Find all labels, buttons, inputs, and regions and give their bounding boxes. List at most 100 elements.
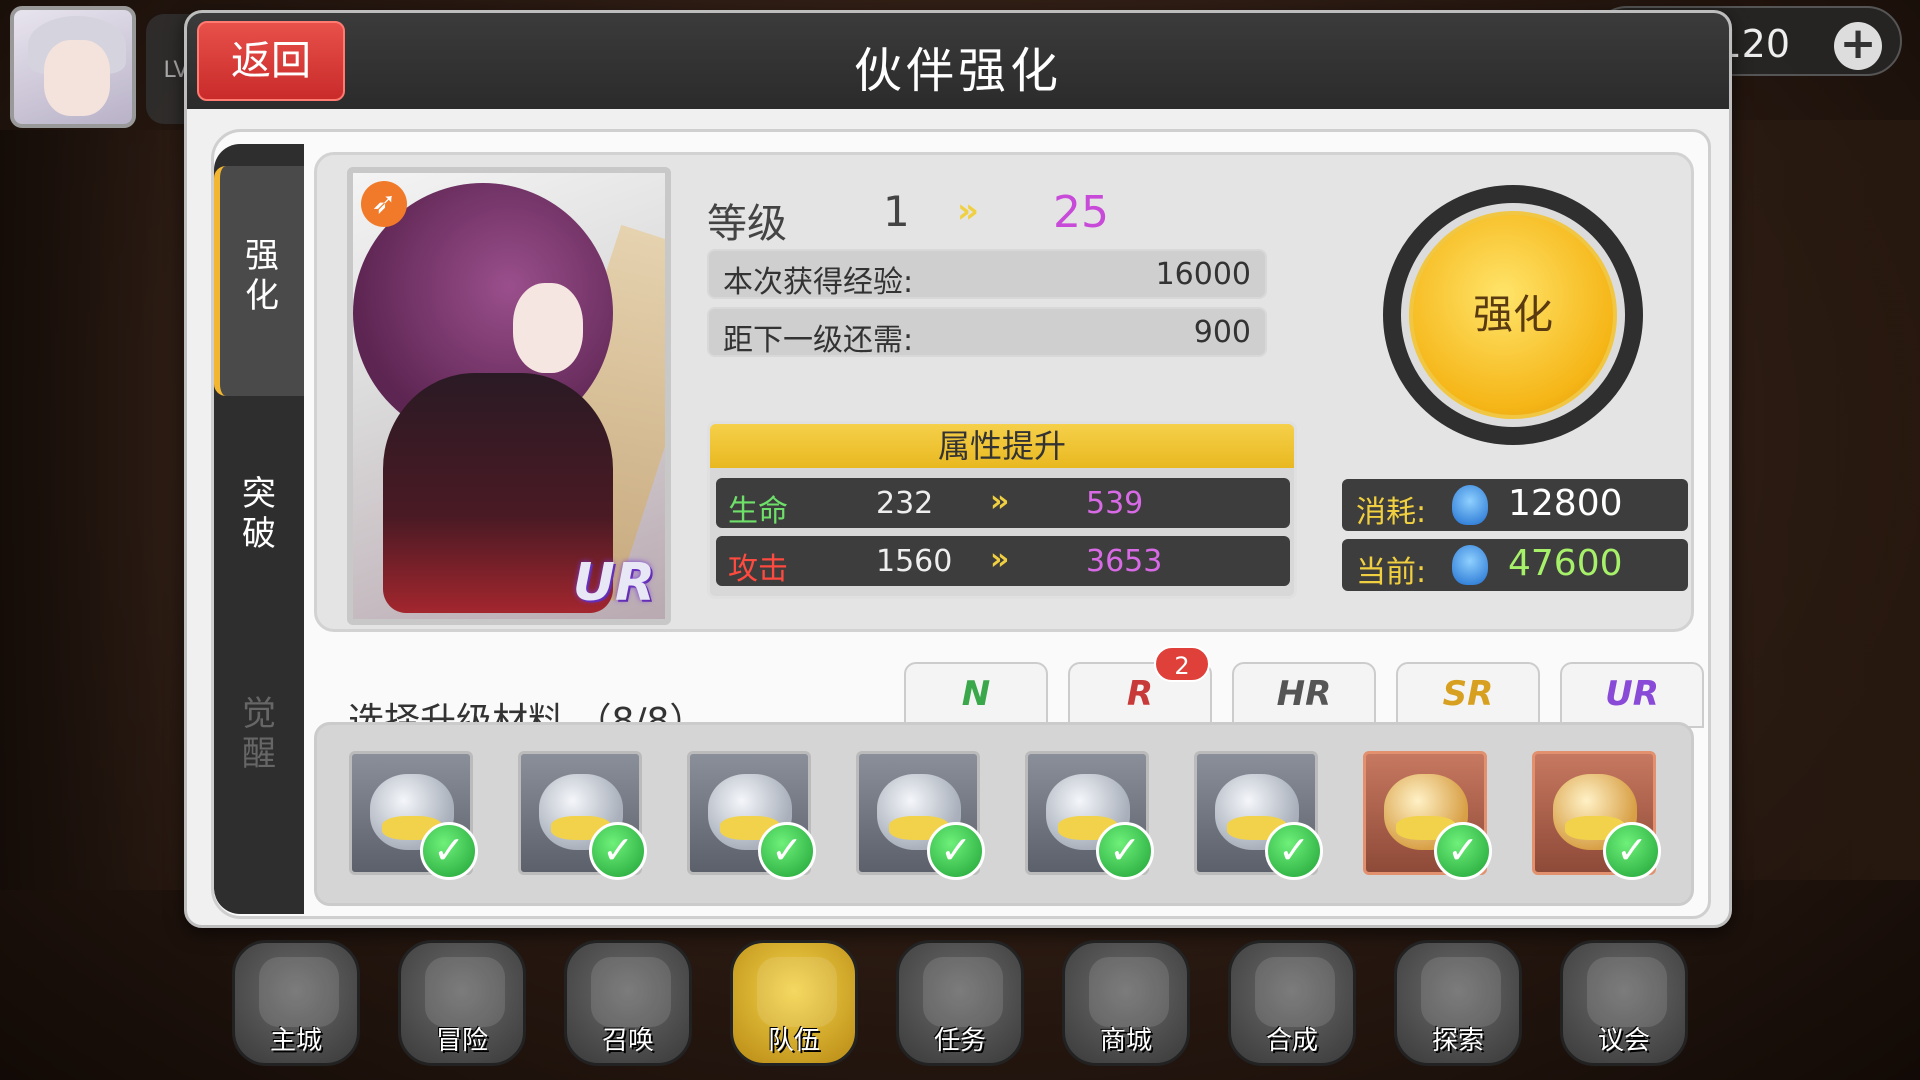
nav-quests[interactable]: 任务: [896, 940, 1024, 1066]
attribute-boost-header: 属性提升: [710, 424, 1294, 468]
attribute-boost-panel: 属性提升 生命 232 » 539 攻击 1560 » 3653: [707, 421, 1297, 599]
rarity-tab-n[interactable]: N: [904, 662, 1048, 728]
soul-gem-icon: [1452, 485, 1488, 525]
nav-council-label: 议会: [1597, 1026, 1650, 1056]
exp-needed-row: 距下一级还需: 900: [707, 307, 1267, 358]
nav-summon[interactable]: 召唤: [564, 940, 692, 1066]
dialog-body: 强 化 突 破 觉 醒 ➶ UR 等级 1 » 25 本次获得经验: 16000…: [211, 129, 1711, 919]
dialog-header: 返回 伙伴强化: [187, 13, 1729, 109]
upgrade-info-panel: ➶ UR 等级 1 » 25 本次获得经验: 16000 距下一级还需: 900…: [314, 152, 1694, 632]
materials-panel: ✓ ✓ ✓ ✓ ✓ ✓ ✓ ✓: [314, 722, 1694, 906]
shovel-icon: [1421, 957, 1501, 1027]
tab-breakthrough[interactable]: 突 破: [214, 444, 304, 584]
nav-shop-label: 商城: [1099, 1026, 1152, 1056]
attr-atk-to: 3653: [1086, 544, 1163, 579]
check-icon: ✓: [1265, 822, 1323, 880]
rarity-tab-hr[interactable]: HR: [1232, 662, 1376, 728]
crown-icon: [259, 957, 339, 1027]
check-icon: ✓: [420, 822, 478, 880]
partner-upgrade-dialog: 返回 伙伴强化 强 化 突 破 觉 醒 ➶ UR 等级 1 » 25 本次获得经…: [184, 10, 1732, 928]
material-slot[interactable]: ✓: [687, 751, 816, 880]
nav-council[interactable]: 议会: [1560, 940, 1688, 1066]
card-icon: [591, 957, 671, 1027]
attr-hp-label: 生命: [728, 494, 788, 529]
nav-synthesis-label: 合成: [1265, 1026, 1318, 1056]
check-icon: ✓: [1096, 822, 1154, 880]
book-icon: [923, 957, 1003, 1027]
exp-needed-value: 900: [1193, 315, 1251, 350]
dialog-title: 伙伴强化: [853, 43, 1062, 99]
material-slot[interactable]: ✓: [1194, 751, 1323, 880]
nav-team-label: 队伍: [767, 1026, 820, 1056]
attr-hp-arrow-icon: »: [990, 484, 1010, 519]
exp-gained-label: 本次获得经验:: [723, 265, 914, 300]
exp-needed-label: 距下一级还需:: [723, 323, 914, 358]
attr-atk-from: 1560: [876, 544, 953, 579]
rarity-tab-hr-label: HR: [1276, 674, 1332, 714]
shop-icon: [1089, 957, 1169, 1027]
tower-icon: [1255, 957, 1335, 1027]
nav-explore[interactable]: 探索: [1394, 940, 1522, 1066]
nav-shop[interactable]: 商城: [1062, 940, 1190, 1066]
upgrade-button[interactable]: 强化: [1409, 211, 1617, 419]
rarity-tab-sr-label: SR: [1442, 674, 1494, 714]
winged-shield-icon: [757, 957, 837, 1027]
current-value: 47600: [1508, 543, 1623, 584]
check-icon: ✓: [758, 822, 816, 880]
current-label: 当前:: [1356, 555, 1427, 590]
rarity-tab-r-badge: 2: [1154, 646, 1210, 682]
bow-icon: ➶: [361, 181, 407, 227]
material-slot[interactable]: ✓: [1025, 751, 1154, 880]
player-avatar[interactable]: [10, 6, 136, 128]
tab-awaken[interactable]: 觉 醒: [214, 664, 304, 804]
character-portrait[interactable]: ➶ UR: [347, 167, 671, 625]
crossed-weapons-icon: [425, 957, 505, 1027]
attr-hp-from: 232: [876, 486, 934, 521]
level-current: 1: [883, 187, 910, 236]
material-slot[interactable]: ✓: [349, 751, 478, 880]
nav-synthesis[interactable]: 合成: [1228, 940, 1356, 1066]
rarity-badge: UR: [572, 553, 655, 613]
cost-value: 12800: [1508, 483, 1623, 524]
level-arrow-icon: »: [957, 191, 979, 231]
tab-upgrade[interactable]: 强 化: [214, 166, 304, 396]
rarity-tab-r[interactable]: R 2: [1068, 646, 1212, 728]
council-crest-icon: [1587, 957, 1667, 1027]
nav-quests-label: 任务: [933, 1026, 986, 1056]
nav-main-city-label: 主城: [269, 1026, 322, 1056]
attr-row-hp: 生命 232 » 539: [716, 478, 1290, 529]
side-tab-bar: 强 化 突 破 觉 醒: [214, 144, 304, 914]
material-slot[interactable]: ✓: [856, 751, 985, 880]
rarity-tab-ur-label: UR: [1605, 674, 1659, 714]
check-icon: ✓: [1603, 822, 1661, 880]
tab-awaken-label: 觉 醒: [242, 694, 276, 774]
exp-gained-row: 本次获得经验: 16000: [707, 249, 1267, 300]
nav-team[interactable]: 队伍: [730, 940, 858, 1066]
level-label: 等级: [707, 201, 787, 247]
attr-hp-to: 539: [1086, 486, 1144, 521]
nav-explore-label: 探索: [1431, 1026, 1484, 1056]
nav-adventure[interactable]: 冒险: [398, 940, 526, 1066]
current-balance-row: 当前: 47600: [1342, 539, 1688, 591]
rarity-tab-ur[interactable]: UR: [1560, 662, 1704, 728]
tab-upgrade-label: 强 化: [245, 236, 279, 316]
check-icon: ✓: [927, 822, 985, 880]
material-slot[interactable]: ✓: [1363, 751, 1492, 880]
attr-atk-arrow-icon: »: [990, 542, 1010, 577]
attr-atk-label: 攻击: [728, 552, 788, 587]
exp-gained-value: 16000: [1155, 257, 1251, 292]
level-target: 25: [1053, 187, 1109, 238]
tab-breakthrough-label: 突 破: [242, 474, 276, 554]
check-icon: ✓: [1434, 822, 1492, 880]
material-slot[interactable]: ✓: [518, 751, 647, 880]
rarity-tab-n-label: N: [961, 674, 991, 714]
material-slot[interactable]: ✓: [1532, 751, 1661, 880]
background-left: [0, 130, 190, 890]
background-right: [1700, 120, 1920, 880]
nav-main-city[interactable]: 主城: [232, 940, 360, 1066]
add-stamina-button[interactable]: +: [1834, 22, 1882, 70]
soul-gem-icon: [1452, 545, 1488, 585]
rarity-tab-sr[interactable]: SR: [1396, 662, 1540, 728]
cost-label: 消耗:: [1356, 495, 1427, 530]
rarity-tab-r-label: R: [1126, 674, 1154, 714]
